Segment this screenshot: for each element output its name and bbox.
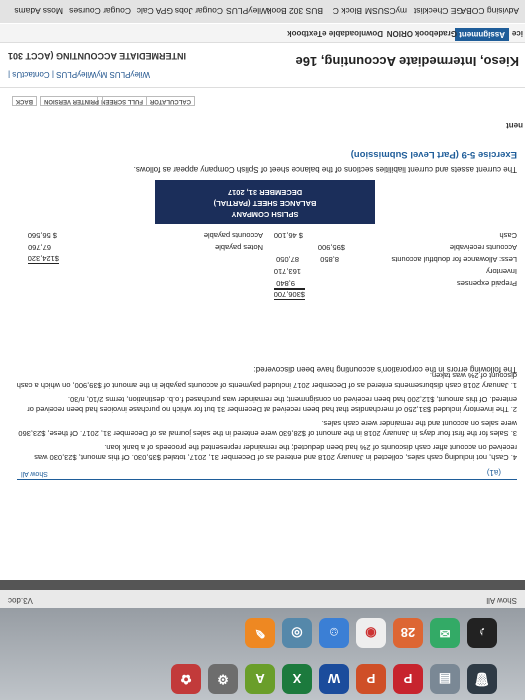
chrome-icon[interactable]: ◉ — [356, 618, 386, 648]
part-label[interactable]: (a1) — [487, 468, 501, 477]
bs-value: 163,710 — [273, 267, 301, 276]
bs-label: Inventory — [486, 267, 517, 276]
bs-label: Prepaid expenses — [456, 279, 517, 288]
browser-screen: 🗑 ▤ P P W X A ⚙ ✿ ♪ ✉ 28 ◉ ☺ ◎ ✎ V3.doc … — [0, 0, 525, 700]
bs-value: 87,050 — [276, 255, 299, 264]
bookmark[interactable]: myCSUSM — [365, 6, 407, 16]
bs-liability-total: $124,320 — [27, 254, 59, 264]
bs-value: 9,840 — [276, 279, 295, 288]
exercise-title: Exercise 5-9 (Part Level Submission) — [350, 149, 517, 160]
word-icon[interactable]: W — [319, 664, 349, 694]
bookmark[interactable]: Moss Adams — [14, 6, 63, 16]
bs-subvalue: $95,900 — [317, 243, 345, 252]
powerpoint-icon[interactable]: P — [393, 664, 423, 694]
bs-subvalue: 8,850 — [320, 255, 339, 264]
tab-orion[interactable]: ORION — [387, 29, 413, 38]
dock-row-top: 🗑 ▤ P P W X A ⚙ ✿ — [171, 664, 497, 694]
part-a1-bar[interactable]: (a1) Show All — [17, 467, 517, 480]
bs-value: $ 46,100 — [273, 231, 303, 240]
bs-liability-label: Notes payable — [215, 243, 263, 252]
tab-etextbook[interactable]: Downloadable eTextbook — [287, 29, 383, 38]
trash-icon[interactable]: 🗑 — [467, 664, 497, 694]
bookmark[interactable]: GPA Calc — [137, 6, 173, 16]
bookmarks-bar: Advising COBA GE Checklist myCSUSM Block… — [0, 0, 525, 24]
bs-liability-value: $ 56,560 — [27, 231, 57, 240]
bs-label: Less: Allowance for doubtful accounts — [391, 255, 518, 264]
finder-icon[interactable]: ☺ — [319, 618, 349, 648]
error-item: 1. January 2018 cash disbursements enter… — [16, 371, 517, 390]
bookmark[interactable]: GE Checklist — [414, 6, 463, 16]
bookmark[interactable]: Advising COBA — [460, 6, 519, 16]
company-name: SPLISH COMPANY — [231, 210, 299, 219]
bookmark[interactable]: Block C — [333, 6, 362, 16]
show-all-link[interactable]: Show All — [21, 470, 48, 477]
bs-liability-label: Accounts payable — [203, 231, 263, 240]
course-title: Kieso, Intermediate Accounting, 16e — [295, 54, 519, 69]
settings-icon[interactable]: ⚙ — [208, 664, 238, 694]
bs-liability-value: 67,760 — [28, 243, 51, 252]
full-screen-button[interactable]: FULL SCREEN — [97, 96, 147, 106]
tab-gradebook[interactable]: Gradebook — [415, 29, 457, 38]
bs-label: Cash — [499, 231, 517, 240]
app-store-icon[interactable]: A — [245, 664, 275, 694]
calendar-icon[interactable]: 28 — [393, 618, 423, 648]
bookmark[interactable]: Cougar Courses — [69, 6, 131, 16]
statement-name: BALANCE SHEET (PARTIAL) — [213, 199, 317, 208]
spotify-icon[interactable]: ♪ — [467, 618, 497, 648]
excel-icon[interactable]: X — [282, 664, 312, 694]
error-item: 4. Cash, not including cash sales, colle… — [34, 443, 517, 462]
nav-tabs: ice Assignment Gradebook ORION Downloada… — [0, 24, 525, 43]
exercise-intro: The current assets and current liabiliti… — [133, 165, 517, 174]
balance-sheet-header: SPLISH COMPANY BALANCE SHEET (PARTIAL) D… — [155, 180, 375, 224]
bookmark[interactable]: WileyPLUS — [226, 6, 269, 16]
window-edge — [0, 580, 525, 590]
side-label: nent — [506, 121, 523, 130]
notes-icon[interactable]: ✎ — [245, 618, 275, 648]
exercise-content: nent Exercise 5-9 (Part Level Submission… — [0, 112, 525, 580]
tab-assignment[interactable]: Assignment — [455, 28, 509, 41]
bs-asset-total: $306,700 — [273, 288, 305, 300]
download-file[interactable]: V3.doc — [8, 596, 33, 605]
folder-icon[interactable]: ▤ — [430, 664, 460, 694]
printer-version-button[interactable]: PRINTER VERSION — [39, 96, 103, 106]
error-item: 2. The inventory included $31,250 of mer… — [27, 395, 517, 414]
safari-icon[interactable]: ◎ — [282, 618, 312, 648]
course-header: Kieso, Intermediate Accounting, 16e Wile… — [0, 23, 525, 88]
photos-icon[interactable]: ✿ — [171, 664, 201, 694]
messages-icon[interactable]: ✉ — [430, 618, 460, 648]
bookmark[interactable]: Cougar Jobs — [175, 6, 223, 16]
dock: 🗑 ▤ P P W X A ⚙ ✿ ♪ ✉ 28 ◉ ☺ ◎ ✎ V3.doc … — [0, 590, 525, 700]
download-show-all[interactable]: Show All — [486, 596, 517, 605]
back-button[interactable]: BACK — [11, 96, 37, 106]
dock-row-bottom: ♪ ✉ 28 ◉ ☺ ◎ ✎ — [245, 618, 497, 648]
statement-date: DECEMBER 31, 2017 — [227, 188, 303, 197]
bs-label: Accounts receivable — [449, 243, 517, 252]
downloads-bar: V3.doc Show All — [0, 590, 525, 608]
course-name: INTERMEDIATE ACCOUNTING (ACCT 301 — [8, 51, 187, 61]
toolbar: CALCULATOR FULL SCREEN PRINTER VERSION B… — [0, 92, 525, 112]
wileyplus-links[interactable]: WileyPLUS MyWileyPLUS | ContactUs | — [8, 70, 150, 79]
bookmark[interactable]: BUS 302 Book — [267, 6, 323, 16]
app-icon[interactable]: P — [356, 664, 386, 694]
calculator-button[interactable]: CALCULATOR — [145, 96, 195, 106]
screenshot: 🗑 ▤ P P W X A ⚙ ✿ ♪ ✉ 28 ◉ ☺ ◎ ✎ V3.doc … — [0, 0, 525, 700]
error-item: 3. Sales for the first four days in Janu… — [18, 419, 517, 438]
tab-ice[interactable]: ice — [512, 29, 523, 38]
